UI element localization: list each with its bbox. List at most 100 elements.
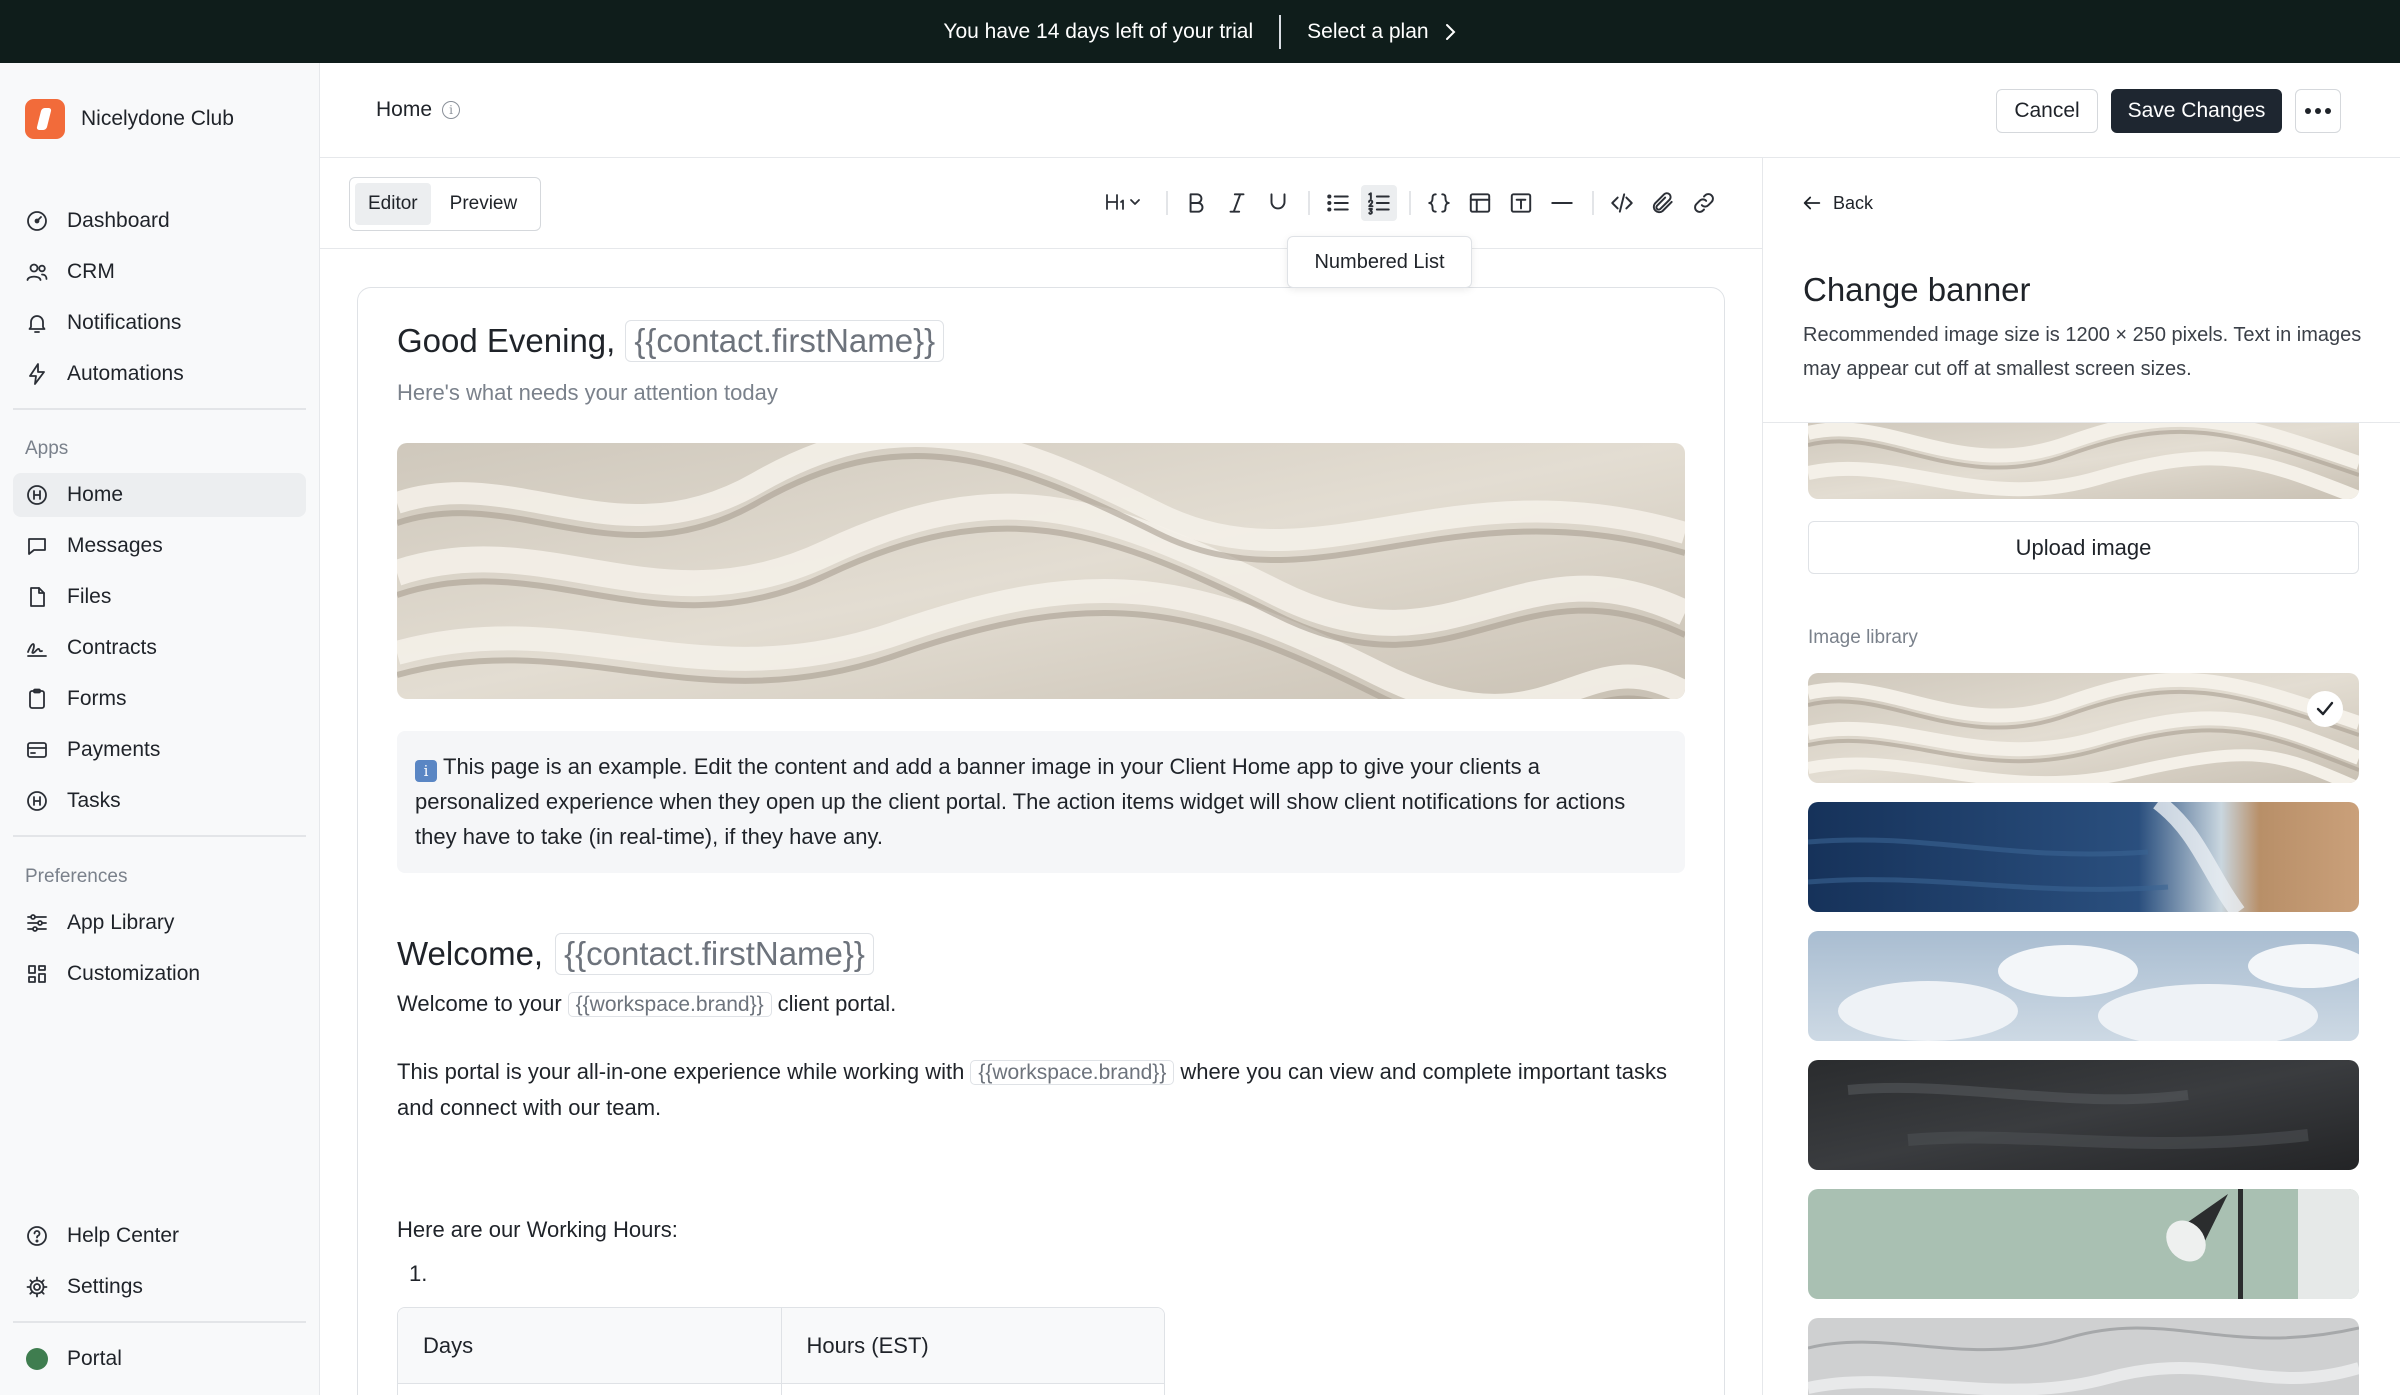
tab-editor[interactable]: Editor — [355, 183, 431, 225]
page-header: Home i Cancel Save Changes — [320, 63, 2400, 158]
workspace-brand[interactable]: Nicelydone Club — [25, 99, 234, 139]
sidebar: Nicelydone Club Dashboard CRM Notificati… — [0, 63, 320, 1395]
library-image-lamp-wall[interactable] — [1808, 1189, 2359, 1299]
bold-icon — [1189, 193, 1204, 213]
table-header-days[interactable]: Days — [398, 1308, 782, 1383]
sidebar-item-label: Tasks — [67, 789, 121, 812]
trial-banner: You have 14 days left of your trial Sele… — [0, 0, 2400, 63]
working-hours-table[interactable]: Days Hours (EST) — [397, 1307, 1165, 1395]
link-button[interactable] — [1686, 185, 1722, 221]
workspace-name: Nicelydone Club — [81, 107, 234, 130]
code-block-button[interactable] — [1421, 185, 1457, 221]
embed-code-button[interactable] — [1604, 185, 1640, 221]
select-plan-label: Select a plan — [1307, 19, 1429, 43]
working-hours-heading[interactable]: Here are our Working Hours: — [397, 1212, 678, 1247]
sidebar-item-label: CRM — [67, 260, 115, 283]
brand-logo — [25, 99, 65, 139]
divider-button[interactable] — [1544, 185, 1580, 221]
numbered-list-item[interactable]: 1. — [409, 1256, 427, 1291]
table-cell[interactable] — [781, 1384, 1164, 1395]
text-box-icon — [1510, 193, 1532, 213]
bullet-list-icon — [1327, 194, 1349, 212]
sidebar-item-label: App Library — [67, 911, 175, 934]
sidebar-item-settings[interactable]: Settings — [13, 1265, 306, 1309]
cancel-button[interactable]: Cancel — [1996, 89, 2098, 133]
sidebar-item-payments[interactable]: Payments — [13, 728, 306, 772]
preferences-section-title: Preferences — [25, 866, 128, 887]
table-header-row: Days Hours (EST) — [398, 1308, 1164, 1384]
sidebar-item-label: Payments — [67, 738, 161, 761]
select-plan-link[interactable]: Select a plan — [1307, 20, 1456, 44]
text-box-button[interactable] — [1503, 185, 1539, 221]
welcome-text: Welcome, — [397, 935, 544, 972]
sidebar-item-label: Files — [67, 585, 112, 608]
sidebar-item-files[interactable]: Files — [13, 575, 306, 619]
numbered-list-button[interactable] — [1361, 185, 1397, 221]
info-icon: i — [415, 760, 437, 782]
apps-section-title: Apps — [25, 438, 69, 459]
library-image-chalkboard[interactable] — [1808, 1060, 2359, 1170]
code-icon — [1611, 193, 1633, 213]
clipboard-icon — [25, 687, 49, 711]
table-header-hours[interactable]: Hours (EST) — [782, 1308, 1165, 1383]
library-image-marble[interactable] — [1808, 1318, 2359, 1395]
sidebar-item-notifications[interactable]: Notifications — [13, 301, 306, 345]
library-image-ocean-waves[interactable] — [1808, 802, 2359, 912]
workspace-brand-variable[interactable]: {{workspace.brand}} — [567, 992, 772, 1017]
sidebar-item-app-library[interactable]: App Library — [13, 901, 306, 945]
sidebar-item-messages[interactable]: Messages — [13, 524, 306, 568]
heading-dropdown[interactable] — [1097, 185, 1151, 221]
bold-button[interactable] — [1178, 185, 1214, 221]
trial-message: You have 14 days left of your trial — [943, 19, 1254, 43]
selected-check-icon — [2307, 691, 2343, 727]
upload-image-button[interactable]: Upload image — [1808, 521, 2359, 574]
library-image-clouds[interactable] — [1808, 931, 2359, 1041]
sidebar-item-help-center[interactable]: Help Center — [13, 1214, 306, 1258]
grid-icon — [25, 962, 49, 986]
sidebar-item-automations[interactable]: Automations — [13, 352, 306, 396]
sidebar-item-forms[interactable]: Forms — [13, 677, 306, 721]
portal-paragraph[interactable]: This portal is your all-in-one experienc… — [397, 1054, 1687, 1125]
more-options-button[interactable] — [2295, 89, 2341, 133]
bullet-list-button[interactable] — [1320, 185, 1356, 221]
info-icon[interactable]: i — [442, 101, 461, 119]
content-card[interactable]: Good Evening, {{contact.firstName}} Here… — [357, 287, 1725, 1395]
sidebar-item-label: Customization — [67, 962, 201, 985]
sidebar-item-tasks[interactable]: Tasks — [13, 779, 306, 823]
sidebar-item-contracts[interactable]: Contracts — [13, 626, 306, 670]
sidebar-item-portal[interactable]: Portal — [13, 1337, 306, 1381]
greeting-heading[interactable]: Good Evening, {{contact.firstName}} — [397, 320, 945, 362]
table-cell[interactable] — [398, 1384, 782, 1395]
example-note[interactable]: i This page is an example. Edit the conte… — [397, 731, 1685, 873]
sidebar-item-label: Messages — [67, 534, 163, 557]
horizontal-rule-icon — [1551, 202, 1573, 204]
sidebar-item-label: Dashboard — [67, 209, 170, 232]
heading-icon — [1106, 194, 1140, 210]
greeting-subtitle: Here's what needs your attention today — [397, 380, 778, 405]
table-button[interactable] — [1462, 185, 1498, 221]
sidebar-item-crm[interactable]: CRM — [13, 250, 306, 294]
back-button[interactable]: Back — [1801, 192, 1873, 214]
sidebar-item-dashboard[interactable]: Dashboard — [13, 199, 306, 243]
panel-description: Recommended image size is 1200 × 250 pix… — [1803, 324, 2362, 380]
tab-preview[interactable]: Preview — [437, 183, 531, 225]
users-icon — [25, 260, 49, 284]
workspace-brand-variable[interactable]: {{workspace.brand}} — [970, 1060, 1175, 1085]
banner-image[interactable] — [397, 443, 1685, 699]
welcome-heading[interactable]: Welcome, {{contact.firstName}} — [397, 933, 874, 975]
italic-button[interactable] — [1219, 185, 1255, 221]
library-image-sand-dunes[interactable] — [1808, 673, 2359, 783]
attachment-button[interactable] — [1645, 185, 1681, 221]
sidebar-item-home[interactable]: Home — [13, 473, 306, 517]
sidebar-divider — [13, 835, 306, 837]
welcome-paragraph[interactable]: Welcome to your {{workspace.brand}} client… — [397, 986, 896, 1022]
sidebar-item-label: Notifications — [67, 311, 182, 334]
sidebar-item-customization[interactable]: Customization — [13, 952, 306, 996]
contact-firstname-variable[interactable]: {{contact.firstName}} — [555, 933, 874, 975]
numbered-list-tooltip: Numbered List — [1287, 236, 1472, 288]
contact-firstname-variable[interactable]: {{contact.firstName}} — [625, 320, 945, 362]
save-changes-button[interactable]: Save Changes — [2111, 89, 2282, 133]
underline-button[interactable] — [1260, 185, 1296, 221]
link-icon — [1694, 193, 1714, 213]
trial-separator — [1279, 14, 1282, 49]
